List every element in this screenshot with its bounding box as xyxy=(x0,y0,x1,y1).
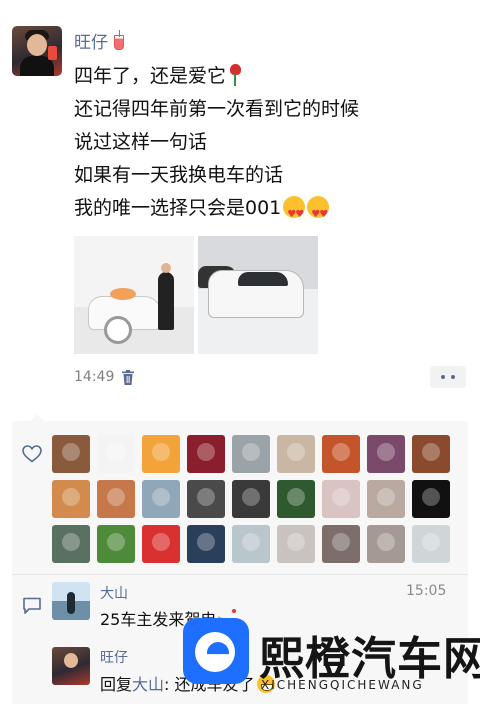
heart-outline-icon xyxy=(22,445,42,463)
author-name-row: 旺仔 xyxy=(74,28,124,53)
liker-avatar[interactable] xyxy=(142,435,180,473)
liker-avatar[interactable] xyxy=(232,435,270,473)
author-avatar[interactable] xyxy=(12,26,62,76)
watermark-subtitle: XICHENGQICHEWANG xyxy=(261,678,424,692)
liker-avatar[interactable] xyxy=(412,525,450,563)
reply-target[interactable]: 大山 xyxy=(132,675,164,694)
liker-avatar[interactable] xyxy=(142,480,180,518)
post-time: 14:49 xyxy=(74,369,115,385)
liker-avatar[interactable] xyxy=(187,435,225,473)
liker-avatar[interactable] xyxy=(367,435,405,473)
liker-avatar[interactable] xyxy=(52,525,90,563)
xicheng-logo-icon xyxy=(183,618,249,684)
liker-avatar[interactable] xyxy=(142,525,180,563)
car-photo-ribbon[interactable] xyxy=(74,236,194,354)
comment-author[interactable]: 旺仔 xyxy=(100,647,128,667)
liker-avatar[interactable] xyxy=(97,435,135,473)
heart-eyes-icon xyxy=(283,196,306,231)
car-photo-showroom[interactable] xyxy=(198,236,318,354)
heart-eyes-icon xyxy=(307,196,330,231)
liker-avatar[interactable] xyxy=(367,480,405,518)
post-line-5: 我的唯一选择只会是001 xyxy=(74,192,464,231)
rose-icon xyxy=(228,64,242,86)
photo-grid xyxy=(74,236,318,354)
post-line-1: 四年了，还是爱它 xyxy=(74,60,464,93)
more-options-button[interactable] xyxy=(430,366,466,388)
liker-avatar[interactable] xyxy=(322,480,360,518)
comment-avatar[interactable] xyxy=(52,582,90,620)
comment-bubble-icon xyxy=(23,597,41,614)
liker-avatar[interactable] xyxy=(232,525,270,563)
comment-author[interactable]: 大山 xyxy=(100,583,128,603)
comment-avatar[interactable] xyxy=(52,647,90,685)
liker-avatar[interactable] xyxy=(52,435,90,473)
liker-avatar[interactable] xyxy=(277,435,315,473)
liker-avatar[interactable] xyxy=(277,480,315,518)
drink-cup-icon xyxy=(114,30,124,50)
post-line-2: 还记得四年前第一次看到它的时候 xyxy=(74,98,360,120)
liker-avatar[interactable] xyxy=(412,480,450,518)
liker-avatar[interactable] xyxy=(97,480,135,518)
liker-avatar[interactable] xyxy=(412,435,450,473)
liker-avatar[interactable] xyxy=(97,525,135,563)
post-line-4: 如果有一天我换电车的话 xyxy=(74,164,284,186)
moment-post: 旺仔 四年了，还是爱它 还记得四年前第一次看到它的时候 说过这样一句话 如果有一… xyxy=(0,0,480,415)
liker-avatar[interactable] xyxy=(187,480,225,518)
liker-avatar[interactable] xyxy=(322,435,360,473)
post-text: 四年了，还是爱它 还记得四年前第一次看到它的时候 说过这样一句话 如果有一天我换… xyxy=(74,60,464,231)
trash-icon[interactable] xyxy=(122,370,134,385)
post-line-3: 说过这样一句话 xyxy=(74,131,208,153)
site-watermark: 熙橙汽车网 XICHENGQICHEWANG xyxy=(183,616,480,704)
author-name[interactable]: 旺仔 xyxy=(74,33,108,53)
liker-avatar[interactable] xyxy=(187,525,225,563)
comment-time: 15:05 xyxy=(406,583,447,599)
likes-comments-divider xyxy=(12,574,468,575)
liker-avatar[interactable] xyxy=(232,480,270,518)
liker-avatar[interactable] xyxy=(322,525,360,563)
liker-avatar[interactable] xyxy=(277,525,315,563)
liker-avatar[interactable] xyxy=(367,525,405,563)
liker-avatar[interactable] xyxy=(52,480,90,518)
